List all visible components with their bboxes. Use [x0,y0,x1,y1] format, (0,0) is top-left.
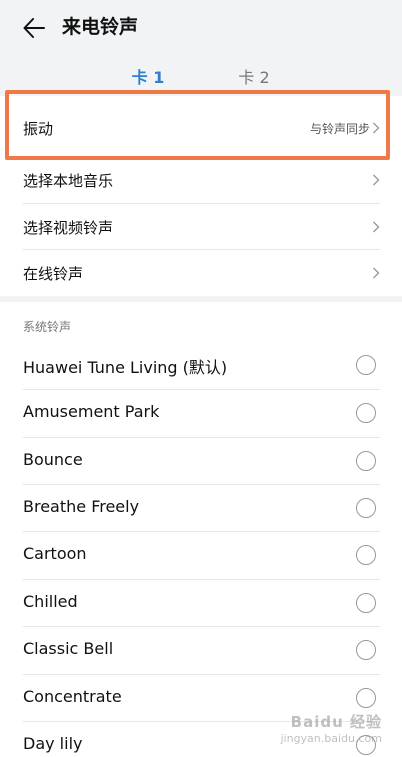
page-title: 来电铃声 [62,16,139,38]
header: 来电铃声 [0,0,402,60]
watermark-url: jingyan.baidu.com [280,732,382,745]
watermark-brand: Baidu 经验 [290,713,382,731]
online-ringtone-label: 在线铃声 [23,264,84,283]
ringtone-settings-page: 来电铃声 卡 1 卡 2 振动 与铃声同步 选择本地音乐 选择视频铃声 在线铃声… [0,0,402,757]
back-button[interactable] [18,12,50,44]
ringtone-radio[interactable] [356,355,376,375]
ringtone-radio[interactable] [356,498,376,518]
ringtone-name: Classic Bell [23,639,114,658]
ringtone-name: Cartoon [23,544,87,563]
ringtone-name: Concentrate [23,687,122,706]
chevron-right-icon [373,221,380,233]
ringtone-item[interactable]: Chilled [0,580,402,627]
ringtone-item[interactable]: Cartoon [0,532,402,579]
online-ringtone-row[interactable]: 在线铃声 [0,250,402,296]
ringtone-name: Huawei Tune Living (默认) [23,358,228,377]
ringtone-radio[interactable] [356,640,376,660]
ringtone-radio[interactable] [356,545,376,565]
ringtone-item[interactable]: Amusement Park [0,390,402,437]
ringtone-name: Day lily [23,734,83,753]
local-music-label: 选择本地音乐 [23,171,114,190]
annotation-highlight-box [5,90,390,160]
ringtone-name: Chilled [23,592,78,611]
ringtone-item[interactable]: Breathe Freely [0,485,402,532]
ringtone-radio[interactable] [356,593,376,613]
ringtone-radio[interactable] [356,403,376,423]
ringtone-radio[interactable] [356,451,376,471]
video-ringtone-row[interactable]: 选择视频铃声 [0,204,402,250]
system-ringtones-card: Huawei Tune Living (默认) Amusement Park B… [0,302,402,757]
ringtone-name: Bounce [23,450,83,469]
ringtone-radio[interactable] [356,688,376,708]
video-ringtone-label: 选择视频铃声 [23,218,114,237]
arrow-left-icon [23,18,45,38]
section-header-system-ringtones: 系统铃声 [23,320,72,334]
chevron-right-icon [373,267,380,279]
ringtone-item[interactable]: Bounce [0,438,402,485]
chevron-right-icon [373,174,380,186]
baidu-watermark: Baidu 经验 jingyan.baidu.com [280,711,382,745]
ringtone-name: Breathe Freely [23,497,140,516]
ringtone-name: Amusement Park [23,402,160,421]
ringtone-item[interactable]: Classic Bell [0,627,402,674]
local-music-row[interactable]: 选择本地音乐 [0,157,402,203]
ringtone-item[interactable]: Huawei Tune Living (默认) [0,342,402,389]
